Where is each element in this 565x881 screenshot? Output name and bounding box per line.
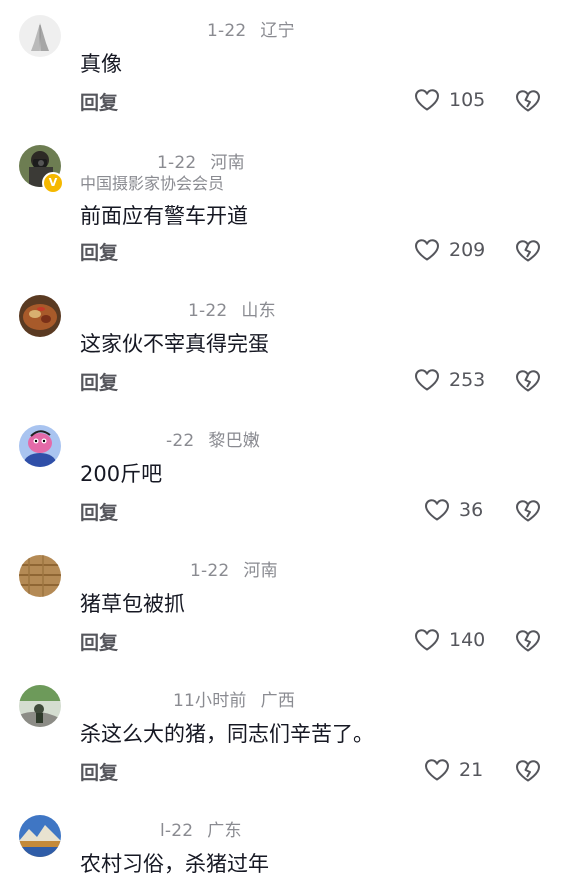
like-count: 105 [449, 89, 486, 111]
broken-heart-icon [516, 760, 540, 782]
wood-texture-avatar[interactable] [19, 555, 61, 597]
comment-location: 山东 [241, 301, 276, 321]
broken-heart-icon [516, 370, 540, 392]
broken-heart-icon [516, 240, 540, 262]
reply-button[interactable]: 回复 [80, 368, 118, 395]
comment-date: 1-22 [188, 301, 228, 321]
comment-date: -22 [166, 431, 195, 451]
like-count: 36 [459, 499, 484, 521]
like-button[interactable]: 140 [414, 626, 485, 654]
comment-location: 辽宁 [260, 21, 295, 41]
broken-heart-icon [516, 90, 540, 112]
dislike-button[interactable] [515, 498, 541, 524]
comment-item: V 1-22 河南 中国摄影家协会会员 前面应有警车开道 回复 209 [0, 130, 565, 264]
user-title: 中国摄影家协会会员 [80, 174, 225, 193]
like-button[interactable]: 21 [424, 756, 483, 784]
broken-heart-icon [516, 630, 540, 652]
dislike-button[interactable] [515, 628, 541, 654]
reply-button[interactable]: 回复 [80, 238, 118, 265]
like-count: 140 [449, 629, 486, 651]
outdoor-scene-avatar[interactable] [19, 685, 61, 727]
comment-meta: 11小时前 广西 [173, 686, 295, 711]
comment-date: 11小时前 [173, 691, 247, 711]
comment-text: 真像 [80, 52, 122, 76]
comment-meta: 1-22 辽宁 [207, 16, 295, 41]
comment-item: 1-22 河南 猪草包被抓 回复 140 [0, 540, 565, 670]
comment-date: 1-22 [207, 21, 247, 41]
broken-heart-icon [516, 500, 540, 522]
comment-item: 1-22 山东 这家伙不宰真得完蛋 回复 253 [0, 280, 565, 410]
like-count: 209 [449, 239, 486, 261]
comment-meta: 1-22 山东 [188, 296, 276, 321]
comment-text: 猪草包被抓 [80, 592, 185, 616]
comment-item: 1-22 辽宁 真像 回复 105 [0, 0, 565, 130]
comment-text: 前面应有警车开道 [80, 204, 248, 228]
praying-hands-avatar[interactable] [19, 15, 61, 57]
reply-button[interactable]: 回复 [80, 88, 118, 115]
comment-date: l-22 [160, 821, 194, 841]
dislike-button[interactable] [515, 368, 541, 394]
like-button[interactable]: 209 [414, 236, 485, 264]
heart-icon [425, 499, 449, 521]
food-bowl-avatar[interactable] [19, 295, 61, 337]
comment-meta: 1-22 河南 [190, 556, 278, 581]
cartoon-character-avatar[interactable] [19, 425, 61, 467]
comment-text: 农村习俗，杀猪过年 [80, 852, 269, 876]
dislike-button[interactable] [515, 88, 541, 114]
reply-button[interactable]: 回复 [80, 498, 118, 525]
reply-button[interactable]: 回复 [80, 628, 118, 655]
heart-icon [415, 89, 439, 111]
reply-button[interactable]: 回复 [80, 758, 118, 785]
comment-text: 200斤吧 [80, 462, 163, 486]
verified-badge: V [42, 172, 64, 194]
comment-item: -22 黎巴嫩 200斤吧 回复 36 [0, 410, 565, 540]
mountain-lake-avatar[interactable] [19, 815, 61, 857]
comment-date: 1-22 [190, 561, 230, 581]
comment-meta: -22 黎巴嫩 [166, 426, 260, 451]
comment-item: 11小时前 广西 杀这么大的猪，同志们辛苦了。 回复 21 [0, 670, 565, 800]
like-button[interactable]: 36 [424, 496, 483, 524]
heart-icon [415, 239, 439, 261]
comment-location: 河南 [243, 561, 278, 581]
comment-location: 广东 [207, 821, 242, 841]
comment-item: l-22 广东 农村习俗，杀猪过年 [0, 800, 565, 881]
like-count: 253 [449, 369, 486, 391]
dislike-button[interactable] [515, 238, 541, 264]
comment-meta: l-22 广东 [160, 816, 242, 841]
comment-text: 这家伙不宰真得完蛋 [80, 332, 269, 356]
like-count: 21 [459, 759, 484, 781]
like-button[interactable]: 105 [414, 86, 485, 114]
heart-icon [415, 629, 439, 651]
comment-location: 广西 [260, 691, 296, 711]
comment-text: 杀这么大的猪，同志们辛苦了。 [80, 722, 374, 746]
heart-icon [425, 759, 449, 781]
comment-location: 黎巴嫩 [208, 431, 260, 451]
dislike-button[interactable] [515, 758, 541, 784]
heart-icon [415, 369, 439, 391]
like-button[interactable]: 253 [414, 366, 485, 394]
